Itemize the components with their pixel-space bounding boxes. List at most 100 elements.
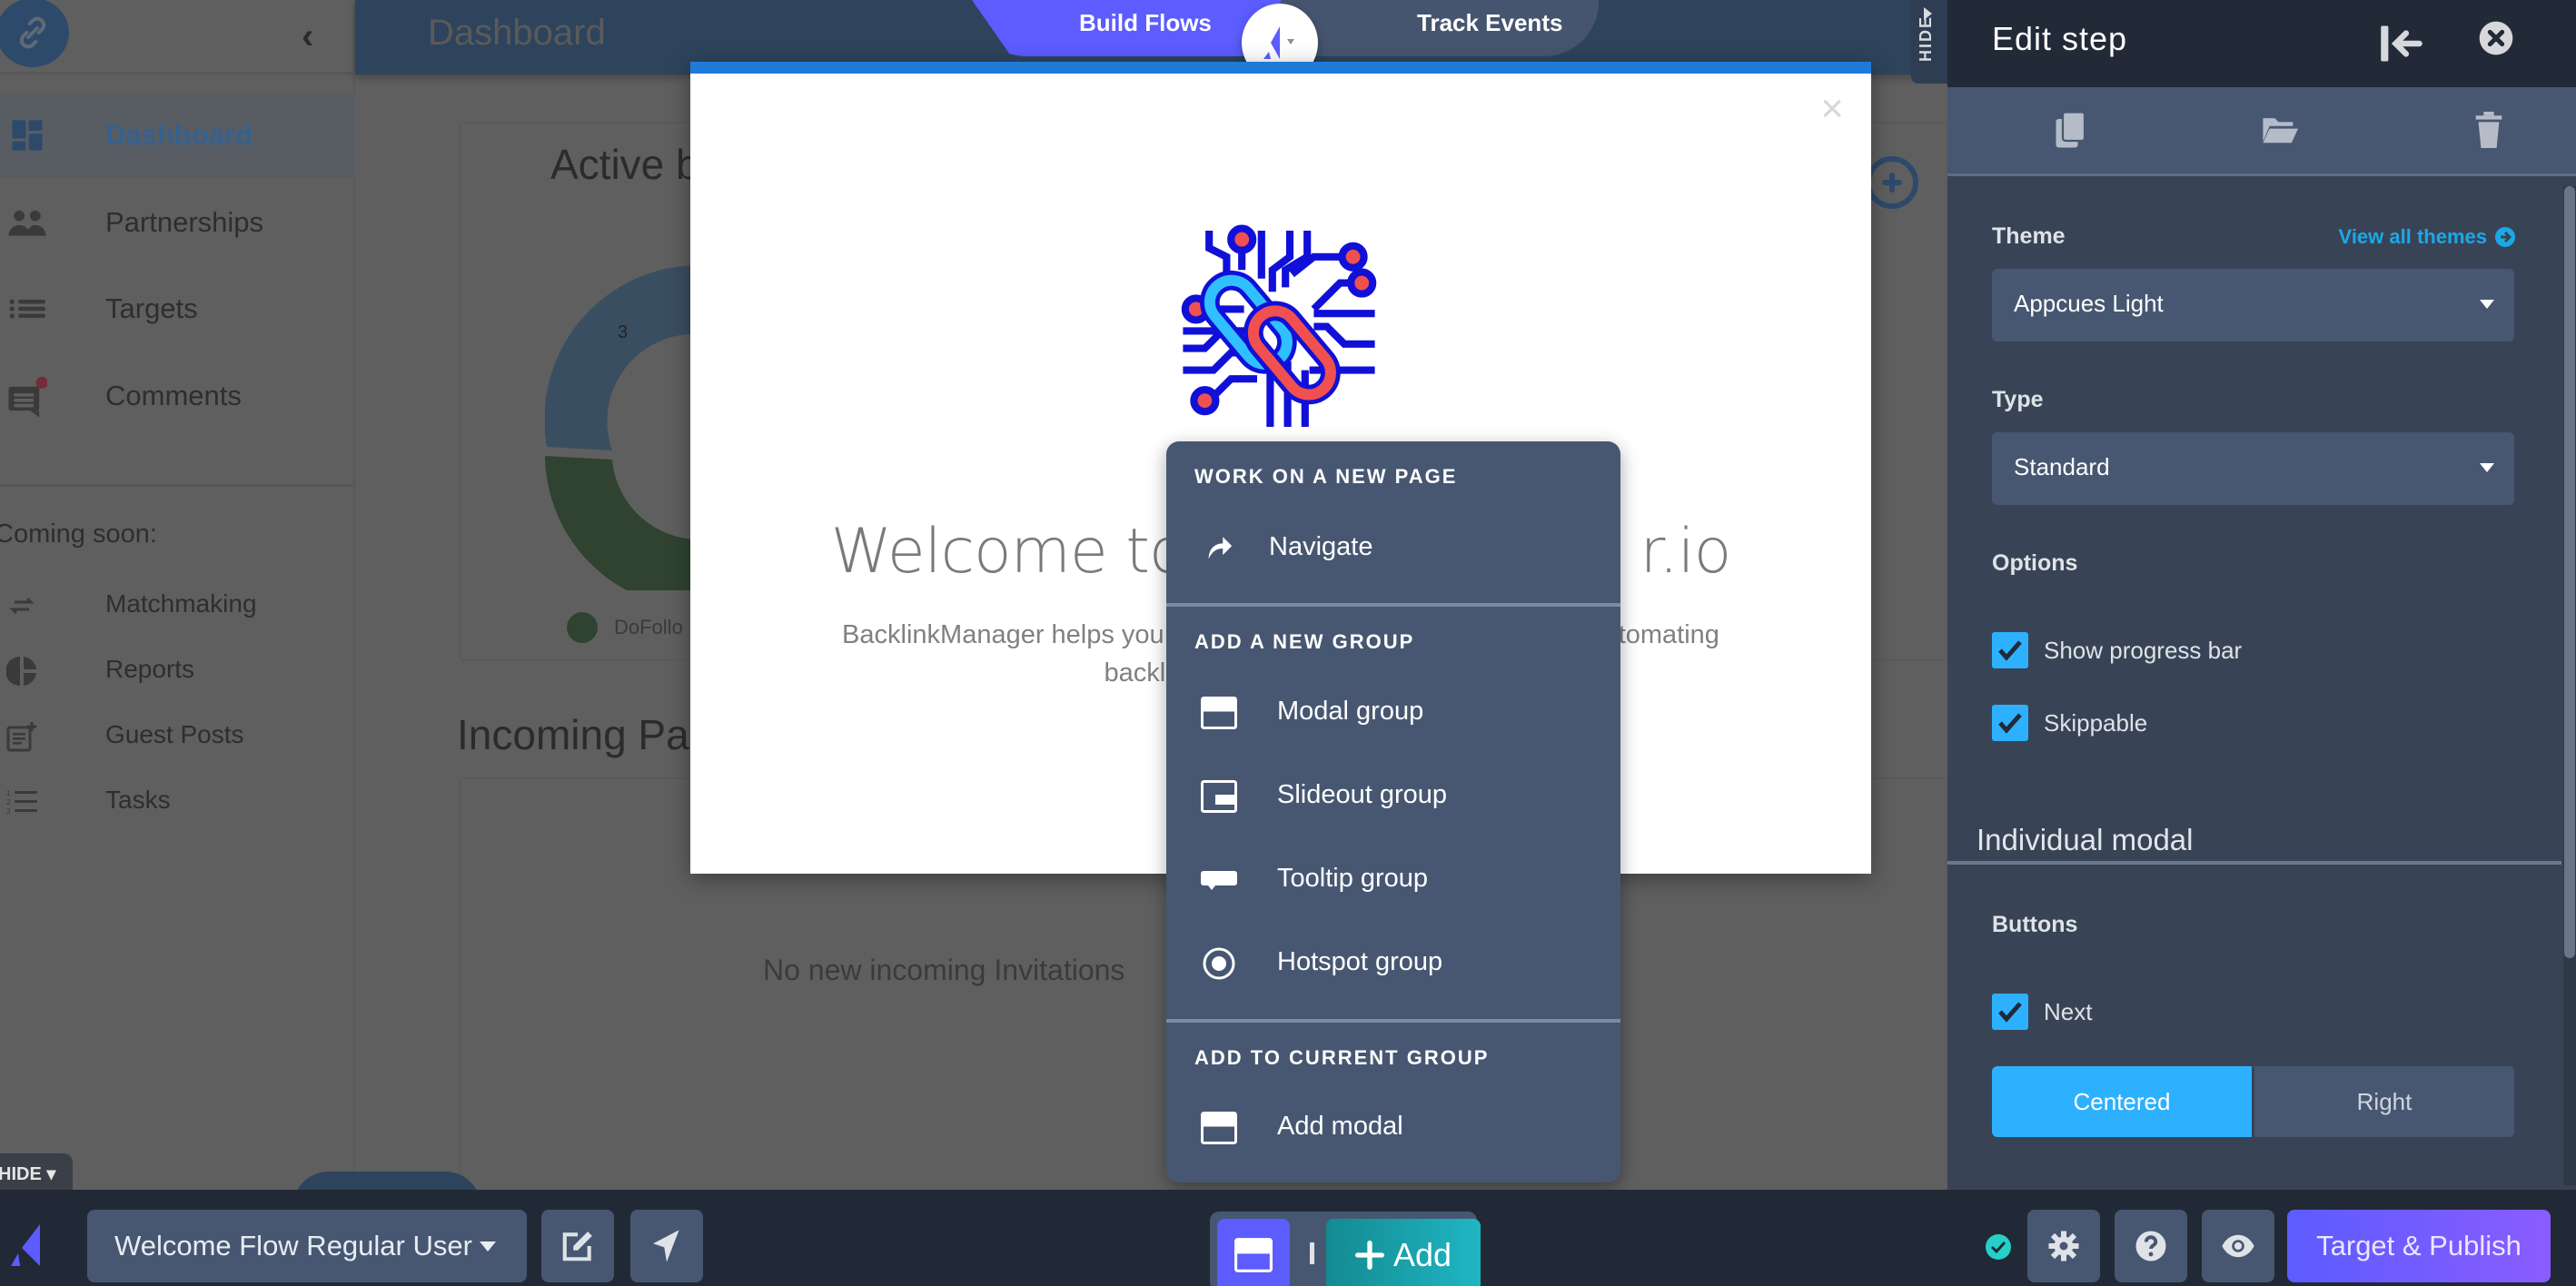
menu-item-modal-group[interactable]: Modal group [1166, 677, 1620, 749]
legend-dot-dofollow [567, 612, 598, 643]
navigate-button[interactable] [630, 1210, 703, 1282]
hide-toggle-left[interactable]: HIDE ▾ [0, 1153, 73, 1193]
add-step-menu: WORK ON A NEW PAGE Navigate ADD A NEW GR… [1166, 441, 1620, 1182]
edit-flow-button[interactable] [541, 1210, 614, 1282]
edit-step-panel: Edit step Theme View all themes Appcues … [1947, 0, 2576, 1190]
next-button-checkbox[interactable]: Next [1992, 994, 2092, 1030]
sidebar-item-reports[interactable]: Reports [0, 640, 355, 704]
donut-segment-dofollow [545, 456, 699, 590]
sidebar-item-dashboard[interactable]: Dashboard [0, 93, 355, 178]
duplicate-step-button[interactable] [2048, 107, 2094, 153]
panel-header: Edit step [1947, 0, 2576, 87]
panel-title: Edit step [1992, 20, 2128, 57]
list-icon [7, 289, 47, 329]
flow-select[interactable]: Welcome Flow Regular User [87, 1210, 527, 1282]
notification-badge [35, 376, 47, 389]
menu-item-label: Hotspot group [1277, 947, 1443, 976]
app-sidebar: ‹ Dashboard Partnerships Targets Comment… [0, 0, 355, 1190]
theme-select[interactable]: Appcues Light [1992, 269, 2514, 341]
appcues-logo-icon [1263, 26, 1294, 59]
alignment-right-button[interactable]: Right [2252, 1066, 2514, 1137]
modal-heading-left: Welcome to [830, 516, 1187, 588]
eye-icon [2222, 1234, 2254, 1258]
incoming-partnerships-title: Incoming Pa [457, 711, 689, 758]
sidebar-item-comments[interactable]: Comments [0, 353, 355, 439]
current-step-button[interactable] [1217, 1219, 1290, 1286]
hide-panel-toggle[interactable]: HIDE [1911, 0, 1947, 84]
add-label: Add [1392, 1236, 1452, 1273]
menu-item-label: Navigate [1269, 532, 1373, 561]
sidebar-item-targets[interactable]: Targets [0, 266, 355, 351]
menu-item-slideout-group[interactable]: Slideout group [1166, 760, 1620, 833]
help-button[interactable] [2115, 1210, 2187, 1282]
delete-step-button[interactable] [2466, 107, 2512, 153]
sidebar-item-label: Matchmaking [105, 589, 257, 618]
theme-label: Theme [1992, 223, 2066, 249]
trash-icon [2475, 112, 2502, 148]
sidebar-item-matchmaking[interactable]: Matchmaking [0, 575, 355, 638]
move-step-button[interactable] [2257, 107, 2303, 153]
type-select[interactable]: Standard [1992, 432, 2514, 505]
menu-item-label: Tooltip group [1277, 864, 1429, 893]
tooltip-icon [1201, 862, 1237, 898]
view-all-themes-link[interactable]: View all themes [2339, 225, 2516, 249]
skippable-checkbox[interactable]: Skippable [1992, 705, 2147, 741]
alignment-centered-button[interactable]: Centered [1992, 1066, 2252, 1137]
menu-item-label: Add modal [1277, 1112, 1403, 1141]
modal-progress-bar [690, 62, 1871, 74]
svg-text:3: 3 [6, 807, 11, 816]
section-divider [1947, 861, 2561, 865]
app-logo[interactable] [0, 0, 69, 67]
sidebar-collapse-button[interactable]: ‹ [302, 16, 313, 57]
menu-item-label: Slideout group [1277, 780, 1448, 809]
appcues-logo-icon[interactable] [9, 1224, 42, 1266]
legend-label-dofollow: DoFollo [614, 616, 683, 638]
sidebar-item-label: Reports [105, 655, 195, 683]
sidebar-item-label: Targets [105, 292, 198, 324]
checkmark-icon [1998, 1002, 2022, 1023]
donut-value-label: 3 [618, 322, 628, 342]
checkmark-icon [1998, 713, 2022, 734]
show-progress-bar-checkbox[interactable]: Show progress bar [1992, 632, 2242, 668]
sidebar-item-tasks[interactable]: 123 Tasks [0, 771, 355, 835]
hide-label: HIDE [0, 1164, 42, 1184]
menu-divider [1166, 1019, 1620, 1023]
checkbox-checked[interactable] [1992, 994, 2028, 1030]
modal-icon [1234, 1238, 1273, 1272]
menu-item-tooltip-group[interactable]: Tooltip group [1166, 844, 1620, 916]
theme-select-value: Appcues Light [2014, 290, 2164, 317]
preview-button[interactable] [2202, 1210, 2274, 1282]
individual-modal-heading: Individual modal [1977, 823, 2194, 856]
builder-bottom-bar: Welcome Flow Regular User Add Target & P… [0, 1190, 2576, 1286]
checkmark-icon [1998, 640, 2022, 661]
sidebar-header: ‹ [0, 0, 353, 74]
chevron-down-icon [480, 1241, 496, 1251]
checkbox-checked[interactable] [1992, 632, 2028, 668]
menu-item-navigate[interactable]: Navigate [1166, 512, 1620, 585]
status-check-icon [1986, 1234, 2011, 1260]
add-step-button[interactable]: Add [1326, 1219, 1481, 1286]
sidebar-item-partnerships[interactable]: Partnerships [0, 180, 355, 265]
settings-button[interactable] [2027, 1210, 2100, 1282]
chevron-down-icon [2480, 463, 2494, 472]
checkbox-label: Show progress bar [2044, 636, 2243, 664]
donut-segment-nofollow [545, 264, 699, 450]
collapse-panel-icon[interactable] [2378, 20, 2425, 67]
panel-scrollbar-thumb[interactable] [2564, 186, 2575, 958]
track-events-tab[interactable]: Track Events [1281, 0, 1599, 56]
sidebar-item-label: Comments [105, 380, 242, 411]
menu-item-add-modal[interactable]: Add modal [1166, 1092, 1620, 1164]
sidebar-item-guest-posts[interactable]: Guest Posts [0, 706, 355, 769]
add-circle-icon[interactable] [1866, 156, 1918, 209]
menu-item-hotspot-group[interactable]: Hotspot group [1166, 927, 1620, 1000]
sidebar-divider [0, 484, 355, 487]
target-publish-button[interactable]: Target & Publish [2287, 1210, 2551, 1282]
navigate-arrow-icon [1201, 530, 1237, 567]
button-alignment-toggle: Centered Right [1992, 1066, 2514, 1137]
chevron-down-icon [2480, 300, 2494, 309]
plus-icon [1354, 1241, 1384, 1270]
menu-divider [1166, 603, 1620, 607]
modal-close-button[interactable]: × [1820, 89, 1844, 129]
checkbox-checked[interactable] [1992, 705, 2028, 741]
close-panel-icon[interactable] [2478, 20, 2514, 56]
